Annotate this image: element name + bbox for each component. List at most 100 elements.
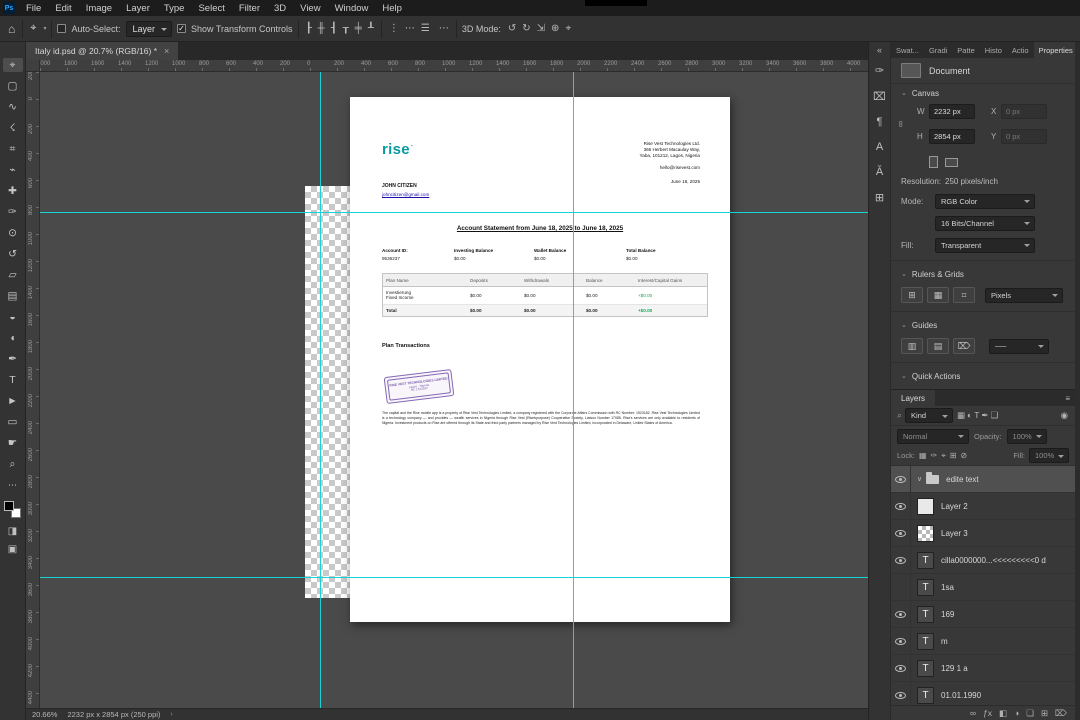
rulers-grids-section-header[interactable]: ⌄ Rulers & Grids xyxy=(891,265,1075,283)
distribute-vertical-icon[interactable]: ⋮ xyxy=(387,23,401,34)
guide-vertical-2[interactable] xyxy=(573,72,574,708)
auto-select-checkbox[interactable] xyxy=(57,24,67,33)
psd-document[interactable]: rise Rise Vest Technologies Ltd.366 Herb… xyxy=(350,97,730,622)
menu-item-select[interactable]: Select xyxy=(191,3,231,14)
guide-vertical-1[interactable] xyxy=(320,72,321,708)
canvas-section-header[interactable]: ⌄ Canvas xyxy=(891,84,1075,102)
eraser-tool[interactable]: ▱ xyxy=(3,268,23,282)
panel-tab-gradi[interactable]: Gradi xyxy=(924,42,952,58)
toggle-grid-button[interactable]: ▦ xyxy=(927,287,949,303)
lasso-tool[interactable]: ∿ xyxy=(3,100,23,114)
panel-tab-histo[interactable]: Histo xyxy=(980,42,1007,58)
lock-all-icon[interactable]: ⊘ xyxy=(960,451,967,461)
layer-visibility-toggle[interactable] xyxy=(891,574,911,600)
delete-layer-icon[interactable]: ⌦ xyxy=(1055,708,1067,719)
align-horizontal-centers-icon[interactable]: ╫ xyxy=(316,23,327,34)
distribute-horizontal-icon[interactable]: ⋯ xyxy=(403,23,417,34)
spot-healing-tool[interactable]: ✚ xyxy=(3,184,23,198)
lock-position-icon[interactable]: ⌖ xyxy=(941,451,946,461)
menu-item-filter[interactable]: Filter xyxy=(232,3,267,14)
add-vertical-guide-button[interactable]: ▥ xyxy=(901,338,923,354)
glyphs-icon[interactable]: Ă xyxy=(876,166,883,178)
menu-item-layer[interactable]: Layer xyxy=(119,3,157,14)
guide-horizontal-1[interactable] xyxy=(40,212,868,213)
guides-section-header[interactable]: ⌄ Guides xyxy=(891,316,1075,334)
fill-amount-select[interactable]: 100% xyxy=(1029,448,1069,463)
layer-visibility-toggle[interactable] xyxy=(891,682,911,705)
opacity-select[interactable]: 100% xyxy=(1006,428,1047,444)
quick-mask-icon[interactable]: ◨ xyxy=(8,526,17,537)
toggle-rulers-button[interactable]: ⊞ xyxy=(901,287,923,303)
clone-stamp-tool[interactable]: ⊙ xyxy=(3,226,23,240)
zoom-level[interactable]: 20.66% xyxy=(32,710,57,719)
align-left-edges-icon[interactable]: ┠ xyxy=(304,23,314,34)
new-group-icon[interactable]: ❏ xyxy=(1026,708,1034,719)
libraries-icon[interactable]: ⊞ xyxy=(875,191,884,204)
portrait-orientation-icon[interactable] xyxy=(929,156,938,168)
guide-style-select[interactable]: ⎯⎯⎯ xyxy=(989,338,1049,354)
shape-tool[interactable]: ▭ xyxy=(3,415,23,429)
filter-adjustment-layers-icon[interactable]: ◐ xyxy=(966,410,973,421)
y-field[interactable]: 0 px xyxy=(1001,129,1047,144)
layer-visibility-toggle[interactable] xyxy=(891,547,911,573)
layer-row[interactable]: Tcilla0000000...<<<<<<<<<0 d xyxy=(891,547,1075,574)
add-layer-mask-icon[interactable]: ◧ xyxy=(999,708,1007,719)
quick-actions-section-header[interactable]: ⌄ Quick Actions xyxy=(891,367,1075,385)
lock-artboard-icon[interactable]: ⊞ xyxy=(950,451,957,461)
menu-item-edit[interactable]: Edit xyxy=(48,3,78,14)
add-horizontal-guide-button[interactable]: ▤ xyxy=(927,338,949,354)
marquee-tool[interactable]: ▢ xyxy=(3,79,23,93)
show-transform-checkbox[interactable] xyxy=(177,24,187,33)
quick-selection-tool[interactable]: ☇ xyxy=(3,121,23,135)
hand-tool[interactable]: ☛ xyxy=(3,436,23,450)
more-align-options-icon[interactable]: ☰ xyxy=(419,23,432,34)
3d-drag-icon[interactable]: ⇲ xyxy=(535,23,547,34)
crop-tool[interactable]: ⌗ xyxy=(3,142,23,156)
new-layer-icon[interactable]: ⊞ xyxy=(1041,708,1048,719)
toggle-snap-button[interactable]: ⌗ xyxy=(953,287,975,303)
align-right-edges-icon[interactable]: ┨ xyxy=(329,23,339,34)
new-adjustment-layer-icon[interactable]: ◑ xyxy=(1014,708,1019,718)
layer-row[interactable]: Layer 3 xyxy=(891,520,1075,547)
mode-select[interactable]: RGB Color xyxy=(935,193,1035,209)
screen-mode-icon[interactable]: ▣ xyxy=(8,544,17,555)
panel-tab-swat[interactable]: Swat... xyxy=(891,42,924,58)
x-field[interactable]: 0 px xyxy=(1001,104,1047,119)
home-icon[interactable]: ⌂ xyxy=(6,22,17,36)
filter-toggle-icon[interactable]: ◉ xyxy=(1060,410,1069,421)
layer-row[interactable]: T 169 xyxy=(891,601,1075,628)
filter-pixel-layers-icon[interactable]: ▦ xyxy=(956,410,966,421)
layer-visibility-toggle[interactable] xyxy=(891,601,911,627)
align-bottom-edges-icon[interactable]: ┸ xyxy=(366,23,376,34)
active-tool-preview-icon[interactable]: ⌖ xyxy=(28,22,38,35)
ruler-origin-corner[interactable] xyxy=(26,60,40,72)
layer-visibility-toggle[interactable] xyxy=(891,493,911,519)
layer-visibility-toggle[interactable] xyxy=(891,655,911,681)
menu-item-help[interactable]: Help xyxy=(375,3,409,14)
menu-item-file[interactable]: File xyxy=(19,3,48,14)
layer-row[interactable]: T 1sa xyxy=(891,574,1075,601)
3d-scale-icon[interactable]: ⌖ xyxy=(563,23,573,34)
brush-settings-icon[interactable]: ✑ xyxy=(875,64,884,77)
document-tab[interactable]: Italy id.psd @ 20.7% (RGB/16) * × xyxy=(26,42,179,60)
edit-toolbar-icon[interactable]: ⋯ xyxy=(8,480,17,491)
layer-visibility-toggle[interactable] xyxy=(891,466,911,492)
filter-type-layers-icon[interactable]: T xyxy=(973,410,980,421)
width-field[interactable]: 2232 px xyxy=(929,104,975,119)
path-selection-tool[interactable]: ► xyxy=(3,394,23,408)
layer-row[interactable]: Tm xyxy=(891,628,1075,655)
filter-smart-objects-icon[interactable]: ❏ xyxy=(990,410,1000,421)
menu-item-3d[interactable]: 3D xyxy=(267,3,293,14)
menu-item-type[interactable]: Type xyxy=(157,3,192,14)
link-dimensions-icon[interactable]: ∞ xyxy=(896,121,906,127)
align-top-edges-icon[interactable]: ┰ xyxy=(341,23,351,34)
clear-guides-button[interactable]: ⌦ xyxy=(953,338,975,354)
group-expand-icon[interactable]: ∨ xyxy=(917,475,922,483)
fill-select[interactable]: Transparent xyxy=(935,237,1035,253)
height-field[interactable]: 2854 px xyxy=(929,129,975,144)
kind-filter-select[interactable]: Kind xyxy=(905,408,954,423)
resolution-value[interactable]: 250 pixels/inch xyxy=(945,177,998,186)
guide-horizontal-2[interactable] xyxy=(40,577,868,578)
type-tool[interactable]: T xyxy=(3,373,23,387)
color-swatches[interactable] xyxy=(4,501,21,518)
